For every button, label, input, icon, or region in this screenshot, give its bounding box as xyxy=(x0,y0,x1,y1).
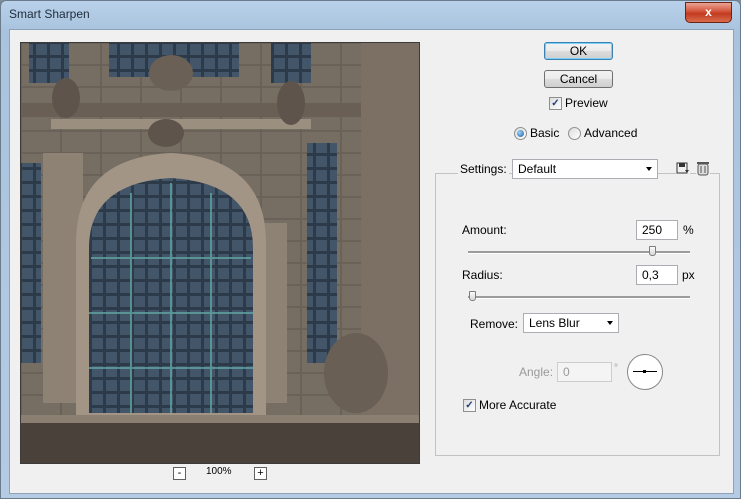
advanced-radio[interactable] xyxy=(568,127,581,140)
angle-dial xyxy=(627,354,663,390)
radius-field[interactable]: 0,3 xyxy=(636,265,678,285)
preview-label: Preview xyxy=(565,96,608,110)
title-bar[interactable]: Smart Sharpen x xyxy=(1,1,740,29)
amount-slider-track[interactable] xyxy=(468,251,690,254)
chevron-down-icon xyxy=(607,321,613,325)
angle-field: 0 xyxy=(557,362,612,382)
angle-unit: ° xyxy=(614,363,618,374)
smart-sharpen-dialog: Smart Sharpen x - 100% + OK Cancel ✓ Pre… xyxy=(0,0,741,499)
amount-slider-thumb[interactable] xyxy=(649,246,657,256)
window-title: Smart Sharpen xyxy=(9,7,90,21)
zoom-in-button[interactable]: + xyxy=(254,467,267,480)
dialog-body: - 100% + OK Cancel ✓ Preview Basic Advan… xyxy=(9,29,734,494)
radius-slider-thumb[interactable] xyxy=(469,291,477,301)
trash-icon[interactable] xyxy=(696,160,710,179)
settings-dropdown[interactable]: Default xyxy=(512,159,658,179)
remove-value: Lens Blur xyxy=(529,316,580,330)
angle-label: Angle: xyxy=(519,365,554,379)
more-accurate-label: More Accurate xyxy=(479,398,557,412)
preview-image[interactable] xyxy=(20,42,420,464)
close-button[interactable]: x xyxy=(685,2,732,23)
settings-value: Default xyxy=(518,162,557,176)
radius-unit: px xyxy=(682,268,695,282)
zoom-out-button[interactable]: - xyxy=(173,467,186,480)
advanced-label: Advanced xyxy=(584,126,638,140)
radius-slider-track[interactable] xyxy=(468,296,690,299)
settings-label: Settings: xyxy=(458,162,509,176)
more-accurate-checkbox[interactable]: ✓ xyxy=(463,399,476,412)
remove-dropdown[interactable]: Lens Blur xyxy=(523,313,619,333)
radius-label: Radius: xyxy=(462,268,503,282)
building-facade-image xyxy=(21,43,419,463)
preview-checkbox[interactable]: ✓ xyxy=(549,97,562,110)
amount-label: Amount: xyxy=(462,223,507,237)
zoom-level: 100% xyxy=(206,466,232,477)
ok-button[interactable]: OK xyxy=(544,42,613,60)
remove-label: Remove: xyxy=(470,317,519,331)
basic-label: Basic xyxy=(530,126,560,140)
save-settings-icon[interactable] xyxy=(676,161,690,178)
chevron-down-icon xyxy=(646,167,652,171)
cancel-button[interactable]: Cancel xyxy=(544,70,613,88)
amount-unit: % xyxy=(683,223,694,237)
amount-field[interactable]: 250 xyxy=(636,220,678,240)
basic-radio[interactable] xyxy=(514,127,527,140)
